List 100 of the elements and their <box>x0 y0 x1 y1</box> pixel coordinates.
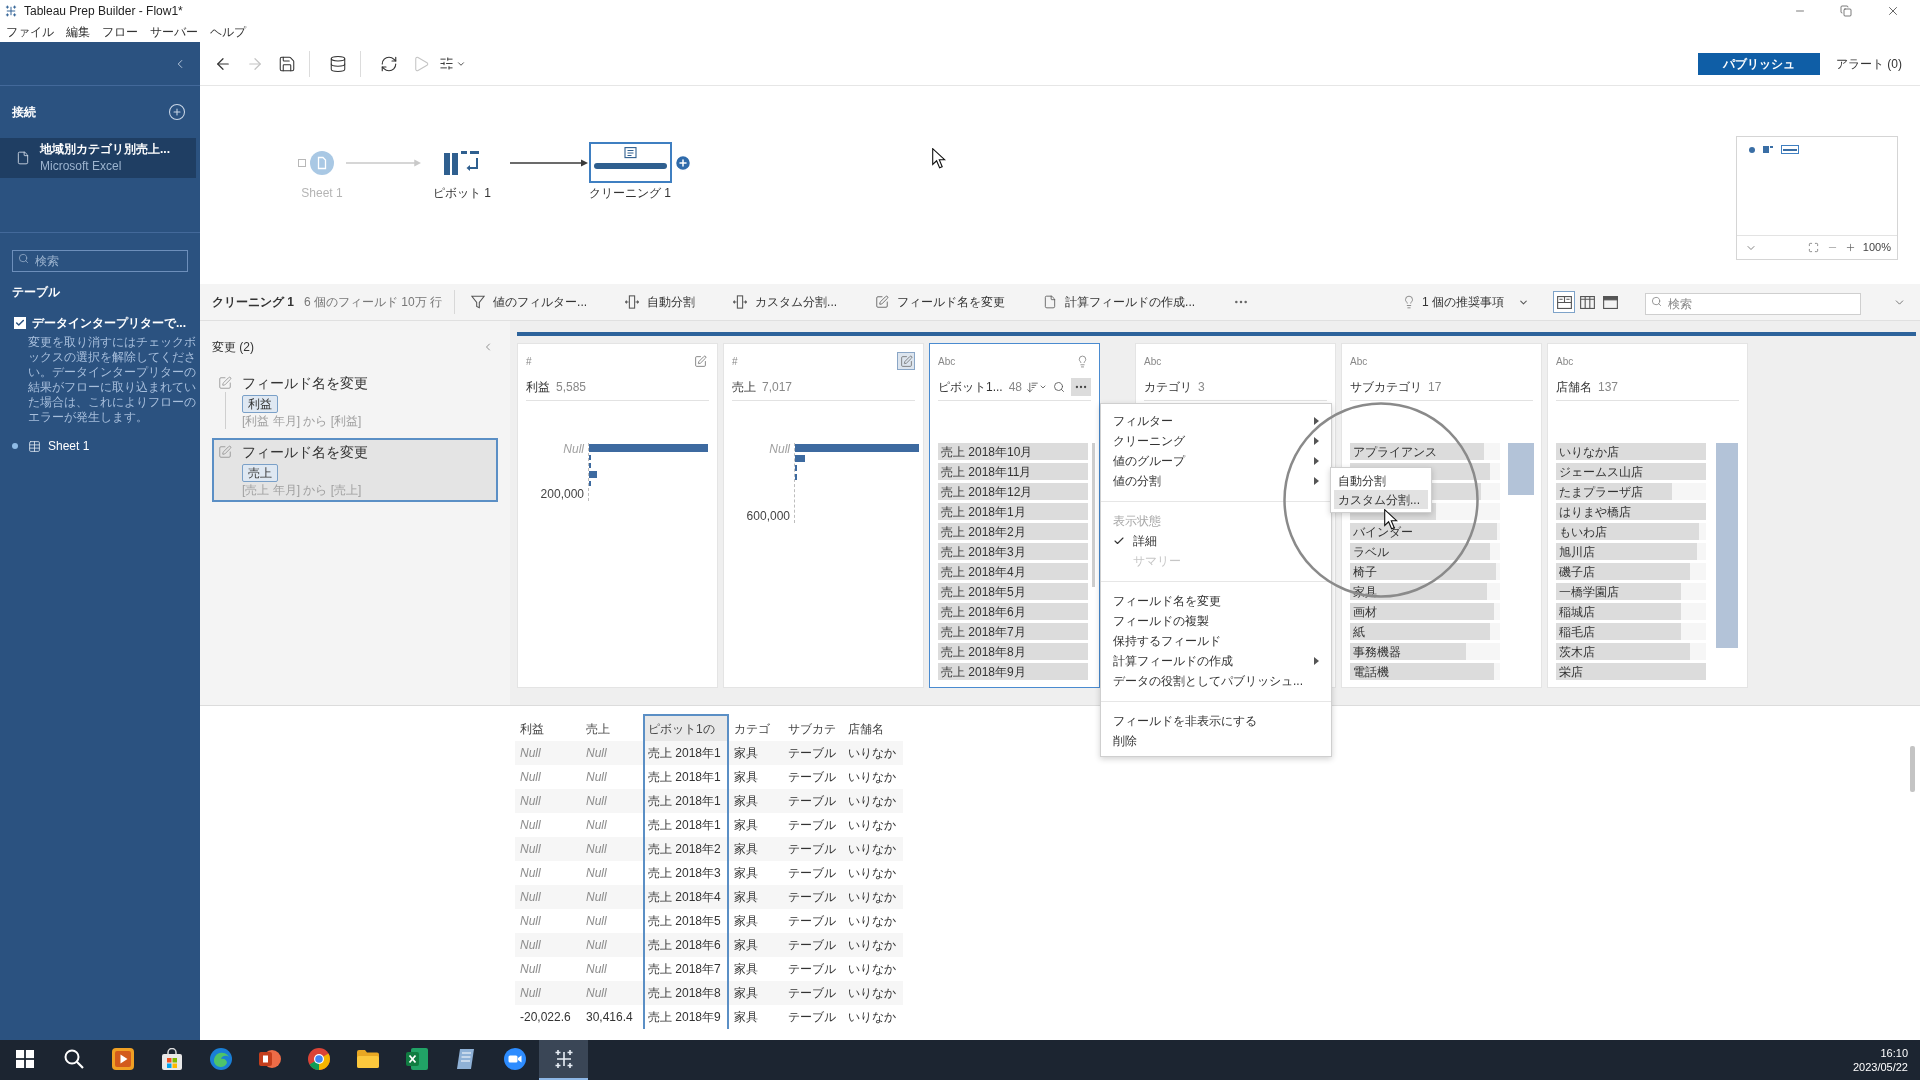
table-cell-text: Null <box>585 769 608 786</box>
node-label: ピボット 1 <box>433 186 491 201</box>
table-cell-text: Null <box>519 841 542 858</box>
table-cell-text: 家具 <box>733 817 759 834</box>
field-name: ピボット1... <box>938 379 1003 396</box>
menu-section-header: 表示状態 <box>1112 513 1162 530</box>
table-cell-text: Null <box>585 889 608 906</box>
table-cell: 売上 2018年9 <box>643 1005 729 1029</box>
table-cell-text: テーブル <box>787 817 837 834</box>
change-title: フィールド名を変更 <box>242 443 368 462</box>
field-count: 17 <box>1428 379 1442 396</box>
table-cell-text: -20,022.6 <box>519 1009 572 1026</box>
node-label: クリーニング 1 <box>589 186 671 201</box>
table-cell-text: Null <box>519 745 542 762</box>
change-title: フィールド名を変更 <box>242 374 368 393</box>
field-type-label: Abc <box>1350 354 1368 369</box>
table-cell-text: Null <box>585 937 608 954</box>
table-cell-text: いりなか <box>847 817 897 834</box>
field-tag: 売上 <box>242 464 278 482</box>
table-cell-text: Null <box>519 985 542 1002</box>
section-title: 接続 <box>12 104 36 121</box>
field-count: 5,585 <box>556 379 587 396</box>
table-cell-text: Null <box>519 937 542 954</box>
table-cell-text: Null <box>519 865 542 882</box>
table-cell-text: Null <box>585 793 608 810</box>
table-cell-text: いりなか <box>847 889 897 906</box>
step-summary: 6 個のフィールド 10万 行 <box>304 294 443 311</box>
table-cell-text: テーブル <box>787 913 837 930</box>
table-cell-text: テーブル <box>787 937 837 954</box>
clock-date: 2023/05/22 <box>1852 1060 1908 1074</box>
table-cell-text: いりなか <box>847 769 897 786</box>
table-cell-text: テーブル <box>787 961 837 978</box>
step-title: クリーニング 1 <box>212 294 294 311</box>
table-cell-text: 家具 <box>733 841 759 858</box>
interpreter-description: 変更を取り消すにはチェックボックスの選択を解除してください。データインタープリターの結果がフローに取り込まれていた場合は、これによりフローのエラーが発生します。 <box>28 335 197 425</box>
table-cell-text: いりなか <box>847 937 897 954</box>
table-cell-text: Null <box>585 865 608 882</box>
table-cell-text: いりなか <box>847 841 897 858</box>
field-count: 48 <box>1008 379 1023 396</box>
field-name: サブカテゴリ <box>1350 379 1422 396</box>
table-cell-text: いりなか <box>847 793 897 810</box>
field-name: 利益 <box>526 379 550 396</box>
axis-label: Null <box>563 443 584 456</box>
field-count: 7,017 <box>762 379 793 396</box>
table-cell-text: 家具 <box>733 985 759 1002</box>
table-cell-text: いりなか <box>847 745 897 762</box>
table-cell-text: いりなか <box>847 865 897 882</box>
table-cell-text: 家具 <box>733 937 759 954</box>
table-cell-text: Null <box>585 841 608 858</box>
table-cell-text: テーブル <box>787 769 837 786</box>
table-cell-text: テーブル <box>787 841 837 858</box>
section-title: テーブル <box>12 284 60 300</box>
table-cell-text: いりなか <box>847 913 897 930</box>
table-cell-text: テーブル <box>787 745 837 762</box>
axis-label: Null <box>769 443 790 456</box>
table-cell-text: 家具 <box>733 769 759 786</box>
field-type-label: Abc <box>1556 354 1574 369</box>
table-cell-text: 家具 <box>733 793 759 810</box>
zoom-level: 100% <box>1862 240 1891 256</box>
table-cell-text: 家具 <box>733 889 759 906</box>
axis-label: 600,000 <box>746 510 790 523</box>
table-cell-text: テーブル <box>787 865 837 882</box>
table-cell-text: いりなか <box>847 961 897 978</box>
field-name: 売上 <box>732 379 756 396</box>
table-cell-text: Null <box>519 889 542 906</box>
window-title: Tableau Prep Builder - Flow1* <box>24 2 183 20</box>
table-cell-text: Null <box>519 817 542 834</box>
node-label: Sheet 1 <box>301 186 343 201</box>
table-cell-text: Null <box>519 961 542 978</box>
field-type-label: # <box>732 354 738 369</box>
changes-title: 変更 (2) <box>212 339 254 356</box>
table-cell-text: 家具 <box>733 913 759 930</box>
table-cell-text: テーブル <box>787 1009 837 1026</box>
connection-type: Microsoft Excel <box>40 158 123 175</box>
table-cell-text: テーブル <box>787 889 837 906</box>
table-cell-text: Null <box>585 913 608 930</box>
table-cell-text: Null <box>585 745 608 762</box>
field-type-label: # <box>526 354 532 369</box>
table-cell-text: テーブル <box>787 985 837 1002</box>
table-cell-text: 家具 <box>733 865 759 882</box>
table-cell-text: いりなか <box>847 985 897 1002</box>
field-name: カテゴリ <box>1144 379 1192 396</box>
table-cell-text: Null <box>585 985 608 1002</box>
table-cell-text: テーブル <box>787 793 837 810</box>
table-cell-text: 家具 <box>733 1009 759 1026</box>
table-cell-text: Null <box>585 817 608 834</box>
connection-name: 地域別カテゴリ別売上... <box>40 141 170 158</box>
field-count: 3 <box>1198 379 1205 396</box>
clock-time: 16:10 <box>1880 1046 1908 1060</box>
table-cell-text: Null <box>519 769 542 786</box>
table-cell-text: 家具 <box>733 745 759 762</box>
axis-label: 200,000 <box>540 488 584 501</box>
field-name: 店舗名 <box>1556 379 1592 396</box>
table-cell-text: 家具 <box>733 961 759 978</box>
field-count: 137 <box>1598 379 1619 396</box>
table-cell-text: Null <box>519 793 542 810</box>
table-cell-text: Null <box>585 961 608 978</box>
table-cell-text: いりなか <box>847 1009 897 1026</box>
change-detail: [利益 年月] から [利益] <box>242 414 362 429</box>
field-type-label: Abc <box>1144 354 1162 369</box>
